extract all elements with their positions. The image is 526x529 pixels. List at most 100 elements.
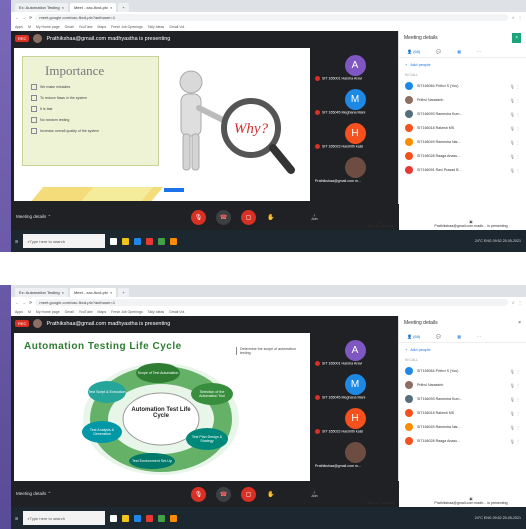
presenting-button[interactable]: ▣ Prathikshaa@gmail.com madh... is presen…	[431, 220, 511, 228]
bookmark[interactable]: Tally Ideas	[148, 310, 165, 314]
participant-row[interactable]: SIT166049 Ramesha Nar... 🎙 ⋮	[399, 420, 526, 434]
tab-chat[interactable]: 💬	[436, 49, 441, 54]
participant-row[interactable]: SIT166049 Ramesha Nar... 🎙 ⋮	[399, 135, 526, 149]
participant-options-icon[interactable]: 🎙 ⋮	[510, 98, 520, 103]
participant-row[interactable]: SIT166028 Raaga Anasu... 🎙 ⋮	[399, 149, 526, 163]
system-tray[interactable]: 24°C ENG 09:52 25-05-2021	[475, 239, 521, 243]
camera-toggle-button[interactable]: ▢	[241, 209, 256, 225]
bookmark[interactable]: My Home page	[36, 310, 60, 314]
participant-row[interactable]: SIT166028 Raaga Anasu... 🎙 ⋮	[399, 434, 526, 448]
participant-options-icon[interactable]: 🎙 ⋮	[510, 126, 520, 131]
mic-toggle-button[interactable]: 🎙	[191, 486, 206, 502]
menu-icon[interactable]: ⋮	[518, 300, 522, 305]
tab-more[interactable]: ⋯	[477, 49, 481, 54]
presenting-button[interactable]: ▣ Prathikshaa@gmail.com madh... is presen…	[431, 497, 511, 505]
participant-row[interactable]: SIT166093 Ramesha Kum... 🎙 ⋮	[399, 392, 526, 406]
windows-start-icon[interactable]: ⊞	[15, 239, 18, 244]
chrome-icon[interactable]	[146, 237, 154, 245]
participant-row[interactable]: SIT166091 Ravi Prasad B... 🎙 ⋮	[399, 163, 526, 177]
new-tab-button[interactable]: +	[118, 288, 129, 297]
task-view-icon[interactable]	[110, 237, 118, 245]
participant-options-icon[interactable]: 🎙 ⋮	[510, 154, 520, 159]
participant-options-icon[interactable]: 🎙 ⋮	[510, 425, 520, 430]
participant-tile[interactable]: H SIT 165023 Harshith kalsi	[312, 401, 398, 435]
tab-activities[interactable]: ▦	[457, 49, 461, 54]
bookmark[interactable]: M	[28, 310, 31, 314]
back-icon[interactable]: ←	[15, 300, 19, 305]
star-icon[interactable]: ☆	[511, 15, 515, 20]
browser-tab-active[interactable]: Meet - xac-fkxd-ptx ×	[69, 3, 117, 12]
star-icon[interactable]: ☆	[511, 300, 515, 305]
participant-options-icon[interactable]: 🎙 ⋮	[510, 140, 520, 145]
raise-hand-icon[interactable]: ✋	[267, 214, 274, 221]
system-tray[interactable]: 24°C ENG 09:52 25-05-2021	[475, 516, 521, 520]
participant-options-icon[interactable]: 🎙 ⋮	[510, 112, 520, 117]
mic-toggle-button[interactable]: 🎙	[191, 209, 206, 225]
participant-options-icon[interactable]: 🎙 ⋮	[510, 84, 520, 89]
participant-row[interactable]: Prithvi Narasimh 🎙 ⋮	[399, 378, 526, 392]
forward-icon[interactable]: →	[22, 15, 26, 20]
tab-activities[interactable]: ▦	[457, 334, 461, 339]
task-view-icon[interactable]	[110, 514, 118, 522]
camera-toggle-button[interactable]: ▢	[241, 486, 256, 502]
close-panel-button[interactable]: ×	[512, 33, 521, 43]
participant-tile[interactable]: A SIT 165001 Harsha Aravi	[312, 48, 398, 82]
tab-people[interactable]: 👤 (68)	[407, 334, 420, 339]
participant-row[interactable]: SIT165064 Prithvi S (You) 🎙 ⋮	[399, 79, 526, 93]
participant-tile[interactable]: M SIT 165045 Meghana Mani	[312, 82, 398, 116]
participant-options-icon[interactable]: 🎙 ⋮	[510, 383, 520, 388]
join-button[interactable]: ⤓ Join	[311, 490, 318, 498]
bookmark[interactable]: Maps	[98, 310, 107, 314]
windows-start-icon[interactable]: ⊞	[15, 516, 18, 521]
add-people-button[interactable]: + Add people	[405, 347, 526, 352]
tab-more[interactable]: ⋯	[477, 334, 481, 339]
reload-icon[interactable]: ⟳	[29, 15, 32, 20]
bookmark[interactable]: Gmail	[65, 25, 74, 29]
participant-tile[interactable]: A SIT 165001 Harsha Aravi	[312, 333, 398, 367]
taskbar-search[interactable]: ⌕ Type here to search	[23, 511, 106, 525]
back-icon[interactable]: ←	[15, 15, 19, 20]
edge-icon[interactable]	[134, 514, 142, 522]
tab-people[interactable]: 👤 (68)	[407, 49, 420, 54]
browser-tab-active[interactable]: Meet - xac-fkxd-ptx ×	[69, 288, 117, 297]
url-field[interactable]: meet.google.com/xac-fkxd-ptx?authuser=1	[35, 299, 509, 306]
participant-row[interactable]: Prithvi Narasimh 🎙 ⋮	[399, 93, 526, 107]
bookmark[interactable]: YouTube	[79, 25, 93, 29]
reload-icon[interactable]: ⟳	[29, 300, 32, 305]
bookmark[interactable]: Tally Ideas	[148, 25, 165, 29]
new-tab-button[interactable]: +	[118, 3, 129, 12]
browser-tab[interactable]: Ex: Automation Testing ×	[15, 288, 68, 297]
bookmark[interactable]: Gmail	[65, 310, 74, 314]
bookmark[interactable]: M	[28, 25, 31, 29]
taskbar-search[interactable]: ⌕ Type here to search	[23, 234, 106, 248]
participant-row[interactable]: SIT166018 Rakesh MS 🎙 ⋮	[399, 406, 526, 420]
participant-row[interactable]: SIT165064 Prithvi S (You) 🎙 ⋮	[399, 364, 526, 378]
meeting-details-button[interactable]: Meeting details ⌃	[16, 491, 51, 497]
bookmark[interactable]: Fresh Job Openings	[111, 310, 143, 314]
chrome-icon[interactable]	[146, 514, 154, 522]
bookmark[interactable]: Maps	[98, 25, 107, 29]
bookmark[interactable]: Apps	[15, 310, 23, 314]
app-icon[interactable]	[170, 514, 178, 522]
file-explorer-icon[interactable]	[122, 514, 130, 522]
participant-tile[interactable]: H SIT 165023 Harshith kalsi	[312, 116, 398, 150]
bookmark[interactable]: YouTube	[79, 310, 93, 314]
hang-up-button[interactable]: ☎	[216, 486, 231, 502]
add-people-button[interactable]: + Add people	[405, 62, 526, 67]
app-icon[interactable]	[158, 514, 166, 522]
bookmark[interactable]: Gmail Vol.	[169, 25, 185, 29]
participant-options-icon[interactable]: 🎙 ⋮	[510, 369, 520, 374]
participant-tile[interactable]: Prathikshaa@gmail.com m...	[312, 435, 398, 469]
join-button[interactable]: ⤓ Join	[311, 213, 318, 221]
edge-icon[interactable]	[134, 237, 142, 245]
participant-options-icon[interactable]: 🎙 ⋮	[510, 411, 520, 416]
bookmark[interactable]: Fresh Job Openings	[111, 25, 143, 29]
app-icon[interactable]	[158, 237, 166, 245]
captions-button[interactable]: ⎚ Turn on captions	[367, 497, 394, 505]
bookmark[interactable]: My Home page	[36, 25, 60, 29]
participant-tile[interactable]: M SIT 165045 Meghana Mani	[312, 367, 398, 401]
captions-button[interactable]: ⎚ Turn on captions	[367, 220, 394, 228]
participant-tile[interactable]: Prathikshaa@gmail.com m...	[312, 150, 398, 184]
meeting-details-button[interactable]: Meeting details ⌃	[16, 214, 51, 220]
bookmark[interactable]: Apps	[15, 25, 23, 29]
